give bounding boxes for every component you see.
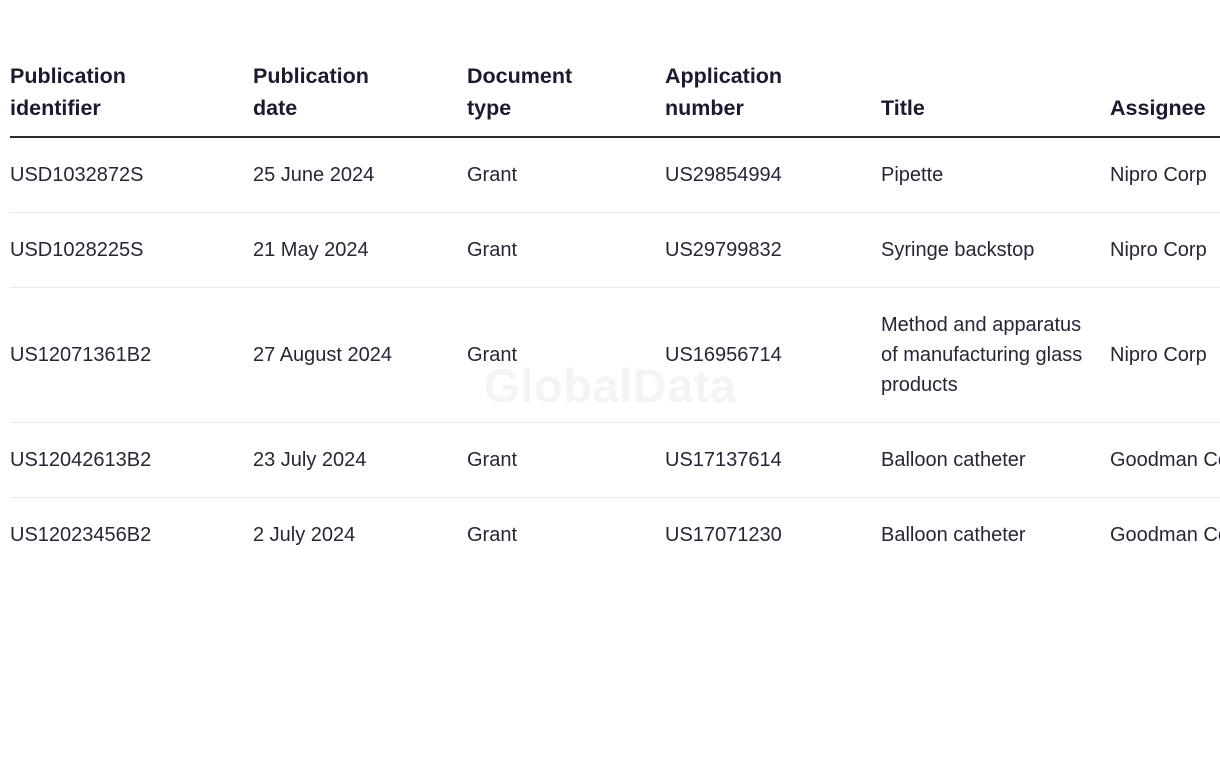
column-header-publication-identifier[interactable]: Publication identifier xyxy=(10,60,253,138)
table-header: Publication identifier Publication date … xyxy=(10,60,1220,138)
column-header-title[interactable]: Title xyxy=(881,60,1110,138)
column-header-application-number[interactable]: Application number xyxy=(665,60,881,138)
cell-document-type: Grant xyxy=(467,524,518,546)
cell-application-number: US29854994 xyxy=(665,137,881,213)
cell-assignee: Nipro Corp xyxy=(1110,287,1220,423)
cell-title: Syringe backstop xyxy=(881,212,1110,288)
column-header-assignee[interactable]: Assignee xyxy=(1110,60,1220,138)
column-header-document-type[interactable]: Document type xyxy=(467,60,665,138)
patent-table-page: GlobalData Publication identifier Public… xyxy=(0,0,1220,770)
cell-application-number: US17071230 xyxy=(665,524,782,546)
table-row[interactable]: US12023456B2 2 July 2024 Grant US1707123… xyxy=(10,498,1220,573)
cell-title: Balloon catheter xyxy=(881,524,1026,546)
cell-publication-date: 23 July 2024 xyxy=(253,422,467,498)
cell-document-type: Grant xyxy=(467,212,665,288)
column-header-publication-date[interactable]: Publication date xyxy=(253,60,467,138)
table-row[interactable]: US12071361B2 27 August 2024 Grant US1695… xyxy=(10,287,1220,423)
table-row[interactable]: USD1028225S 21 May 2024 Grant US29799832… xyxy=(10,212,1220,288)
cell-title: Method and apparatus of manufacturing gl… xyxy=(881,287,1110,423)
cell-publication-identifier: US12023456B2 xyxy=(10,524,152,546)
cell-publication-identifier: USD1028225S xyxy=(10,212,253,288)
cell-assignee: Goodman Co Ltd xyxy=(1110,524,1220,546)
table-header-row: Publication identifier Publication date … xyxy=(10,60,1220,138)
patent-publications-table: Publication identifier Publication date … xyxy=(10,60,1220,572)
cell-publication-date: 25 June 2024 xyxy=(253,137,467,213)
cell-document-type: Grant xyxy=(467,422,665,498)
cell-document-type: Grant xyxy=(467,137,665,213)
cell-document-type: Grant xyxy=(467,287,665,423)
cell-application-number: US16956714 xyxy=(665,287,881,423)
cell-assignee: Nipro Corp xyxy=(1110,212,1220,288)
cell-assignee: Goodman Co Ltd xyxy=(1110,422,1220,498)
cell-publication-identifier: USD1032872S xyxy=(10,137,253,213)
cell-publication-identifier: US12042613B2 xyxy=(10,422,253,498)
cell-title: Balloon catheter xyxy=(881,422,1110,498)
cell-publication-identifier: US12071361B2 xyxy=(10,287,253,423)
cell-assignee: Nipro Corp xyxy=(1110,137,1220,213)
cell-publication-date: 2 July 2024 xyxy=(253,524,356,546)
cell-publication-date: 27 August 2024 xyxy=(253,287,467,423)
table-row[interactable]: USD1032872S 25 June 2024 Grant US2985499… xyxy=(10,137,1220,213)
cell-publication-date: 21 May 2024 xyxy=(253,212,467,288)
table-row[interactable]: US12042613B2 23 July 2024 Grant US171376… xyxy=(10,422,1220,498)
cell-application-number: US17137614 xyxy=(665,422,881,498)
cell-title: Pipette xyxy=(881,137,1110,213)
table-body: USD1032872S 25 June 2024 Grant US2985499… xyxy=(10,137,1220,572)
table-viewport: Publication identifier Publication date … xyxy=(0,0,1220,770)
cell-application-number: US29799832 xyxy=(665,212,881,288)
